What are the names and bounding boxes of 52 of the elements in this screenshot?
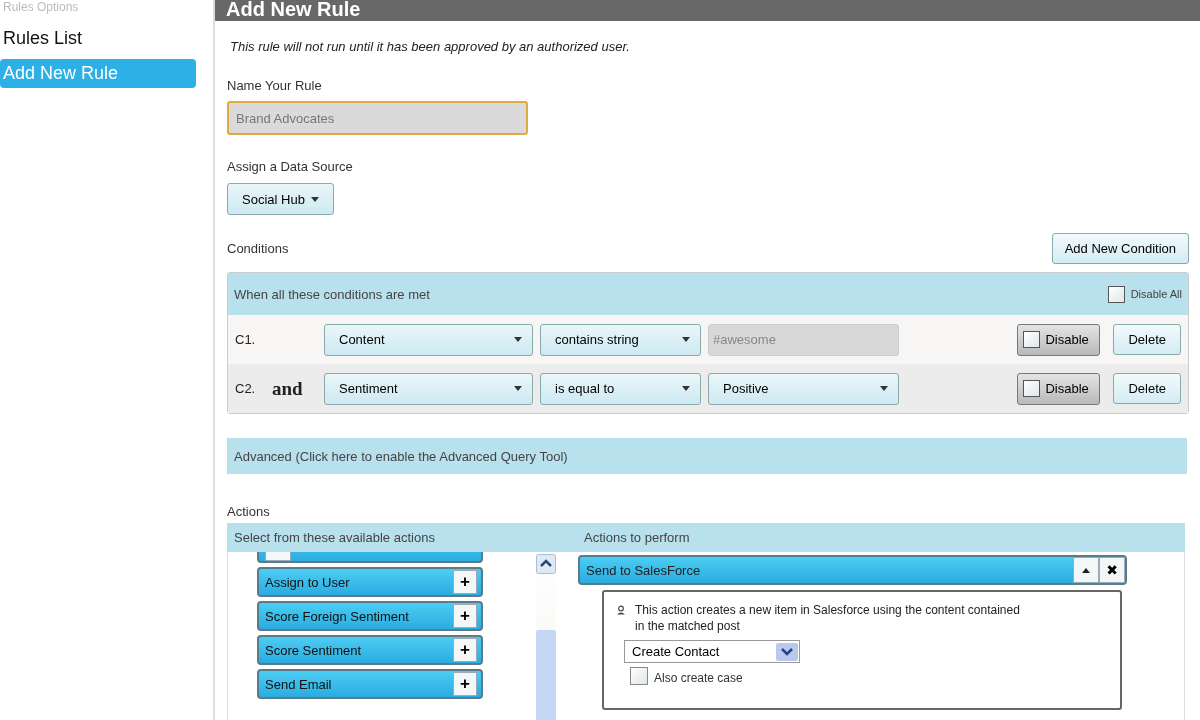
scroll-up-icon[interactable] (536, 554, 556, 574)
chevron-down-icon (776, 642, 798, 661)
caret-icon (682, 337, 690, 342)
add-action-button[interactable]: + (453, 672, 477, 696)
field-dropdown[interactable]: Sentiment (324, 372, 533, 405)
disable-all-checkbox[interactable]: Disable All (1107, 285, 1182, 303)
contact-type-dropdown[interactable]: Create Contact (624, 640, 800, 663)
available-header: Select from these available actions (233, 530, 436, 545)
also-create-case-checkbox[interactable]: Also create case (630, 667, 1108, 685)
action-item[interactable]: Assign to User + (257, 567, 483, 597)
caret-icon (310, 196, 319, 202)
action-description: This action creates a new item in Salesforce using the content contained in the matched post (635, 602, 1020, 634)
performed-action-title: Send to SalesForce (586, 562, 702, 578)
disable-toggle[interactable]: Disable (1017, 372, 1101, 405)
caret-icon (514, 386, 522, 391)
condition-id: C2. (235, 381, 257, 396)
delete-button[interactable]: Delete (1113, 324, 1181, 355)
section-label: Conditions (227, 241, 289, 256)
caret-icon (682, 386, 690, 391)
scrollbar[interactable] (536, 554, 556, 720)
delete-button[interactable]: Delete (1113, 373, 1181, 404)
advanced-bar[interactable]: Advanced (Click here to enable the Advanced Query Tool) (227, 438, 1187, 474)
perform-header: Actions to perform (584, 530, 690, 545)
caret-icon (880, 386, 888, 391)
add-condition-button[interactable]: Add New Condition (1051, 233, 1189, 264)
close-button[interactable]: ✖ (1099, 557, 1125, 583)
page-title: Add New Rule (226, 0, 361, 21)
caret-icon (514, 337, 522, 342)
operator-dropdown[interactable]: is equal to (540, 372, 701, 405)
field-label: Name Your Rule (227, 78, 322, 93)
person-icon (616, 605, 626, 615)
add-action-button[interactable]: + (453, 638, 477, 662)
conditions-header-text: When all these conditions are met (234, 286, 430, 302)
action-item[interactable]: Send Email + (257, 669, 483, 699)
add-action-button[interactable]: + (453, 570, 477, 594)
triangle-icon (1082, 567, 1090, 573)
action-item[interactable]: Score Foreign Sentiment + (257, 601, 483, 631)
notice-text: This rule will not run until it has been approved by an authorized user. (230, 39, 630, 54)
field-dropdown[interactable]: Content (324, 323, 533, 356)
data-source-dropdown[interactable]: Social Hub (227, 183, 334, 215)
joiner-text: and (272, 377, 303, 399)
section-label: Actions (227, 504, 270, 519)
disable-toggle[interactable]: Disable (1017, 323, 1101, 356)
add-action-button[interactable]: + (453, 604, 477, 628)
sidebar-heading: Rules Options (2, 0, 80, 14)
sidebar-item[interactable]: Rules List (0, 24, 196, 53)
value-dropdown[interactable]: Positive (708, 372, 899, 405)
collapse-button[interactable] (1073, 557, 1099, 583)
condition-id: C1. (235, 332, 257, 347)
action-item[interactable]: Score Sentiment + (257, 635, 483, 665)
operator-dropdown[interactable]: contains string (540, 323, 701, 356)
field-label: Assign a Data Source (227, 159, 353, 174)
